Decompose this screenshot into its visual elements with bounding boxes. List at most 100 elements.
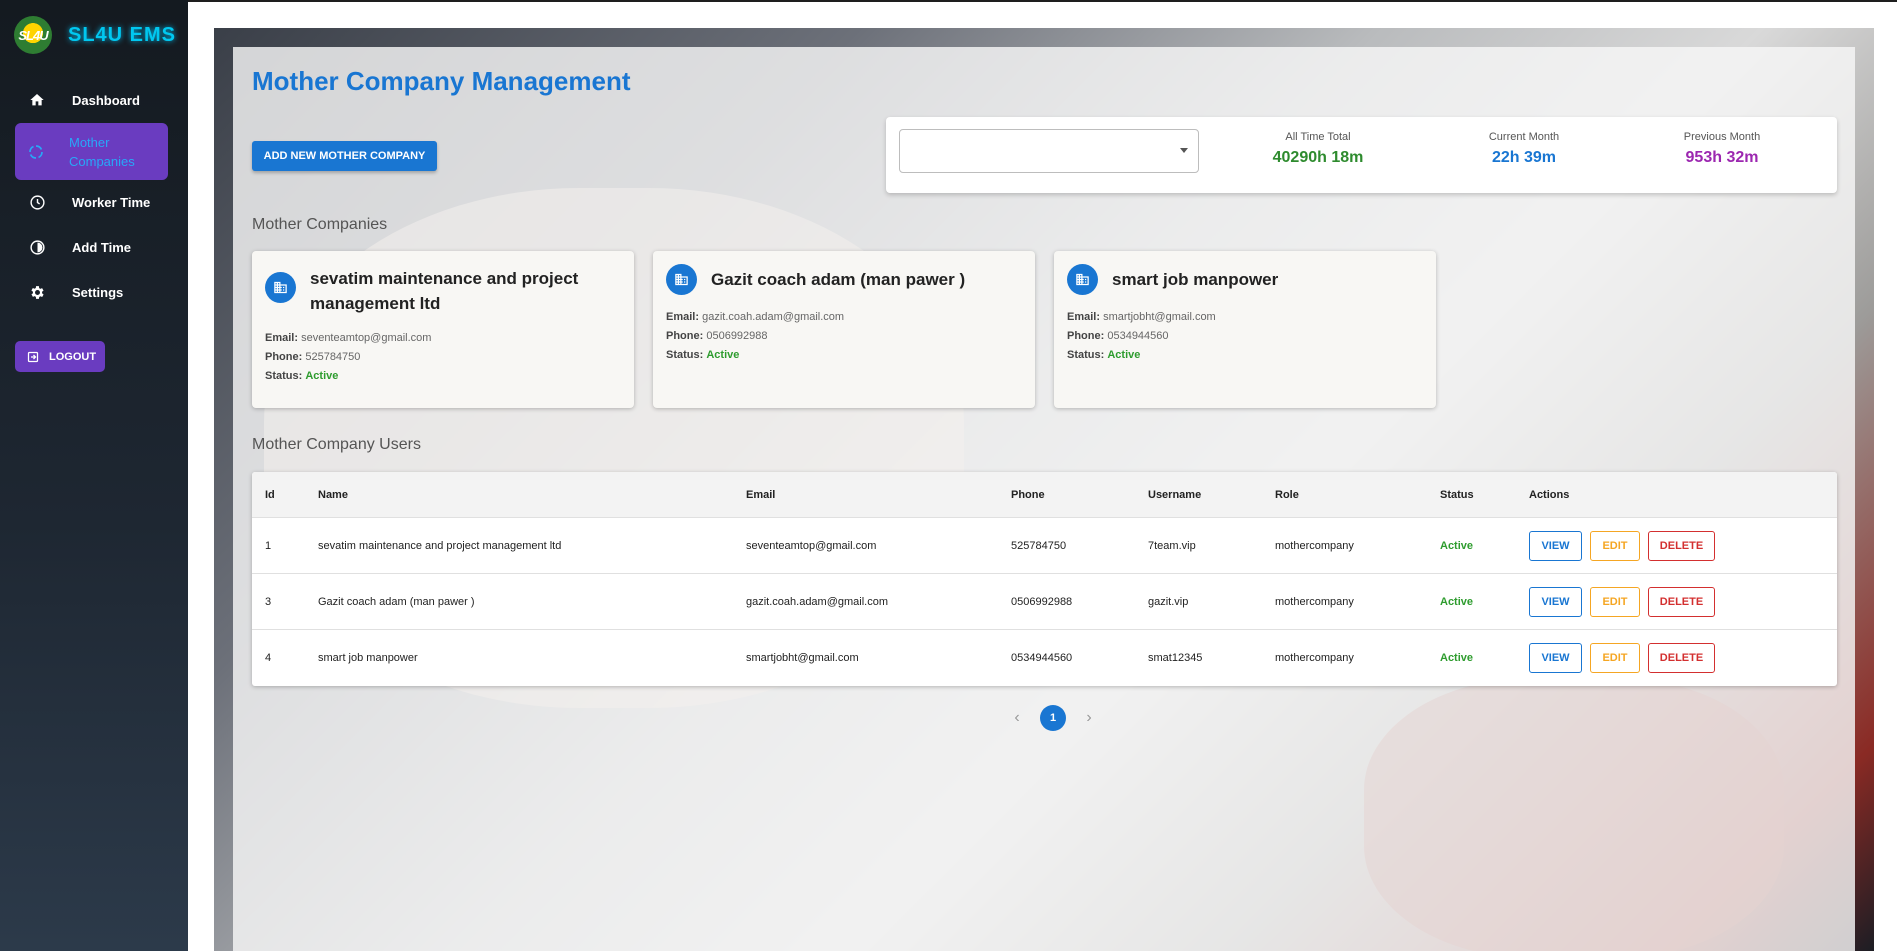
column-header-actions: Actions	[1529, 488, 1570, 501]
company-card[interactable]: smart job manpower Email: smartjobht@gma…	[1054, 251, 1436, 408]
previous-page-icon[interactable]: ‹	[1010, 709, 1024, 727]
view-button[interactable]: VIEW	[1529, 586, 1582, 617]
company-card[interactable]: sevatim maintenance and project manageme…	[252, 251, 634, 408]
sidebar-item-label: Mother Companies	[69, 134, 135, 169]
gear-icon	[28, 283, 46, 301]
pagination: ‹ 1 ›	[1010, 705, 1096, 731]
companies-section-title: Mother Companies	[252, 216, 388, 233]
sidebar-item-mother-companies[interactable]: Mother Companies	[15, 123, 168, 180]
page-button-current[interactable]: 1	[1040, 705, 1066, 731]
company-email: Email: seventeamtop@gmail.com	[265, 332, 432, 344]
brand-name: SL4U EMS	[68, 23, 177, 46]
company-phone: Phone: 0534944560	[1067, 330, 1169, 342]
company-status: Status: Active	[265, 370, 339, 382]
spinner-icon	[27, 143, 45, 161]
brand-logo: SL4U	[14, 16, 52, 54]
cell-name: sevatim maintenance and project manageme…	[318, 539, 562, 552]
cell-id: 4	[265, 652, 272, 664]
cell-id: 1	[265, 539, 272, 552]
cell-phone: 0534944560	[1011, 652, 1073, 664]
sidebar-item-settings[interactable]: Settings	[0, 270, 188, 314]
column-header-name[interactable]: Name	[318, 489, 348, 501]
status-badge: Active	[706, 349, 740, 361]
status-badge: Active	[1440, 652, 1474, 664]
sidebar-item-dashboard[interactable]: Dashboard	[0, 78, 188, 122]
cell-username: gazit.vip	[1148, 595, 1189, 608]
company-name: smart job manpower	[1112, 270, 1279, 289]
edit-button[interactable]: EDIT	[1590, 530, 1640, 561]
edit-button[interactable]: EDIT	[1590, 586, 1640, 617]
table-row: 4 smart job manpower smartjobht@gmail.co…	[252, 630, 1837, 686]
column-header-phone[interactable]: Phone	[1011, 489, 1045, 501]
column-header-id[interactable]: Id	[265, 489, 275, 501]
column-header-email[interactable]: Email	[746, 489, 775, 501]
building-icon	[265, 272, 296, 303]
logout-icon	[27, 351, 39, 362]
cell-email: gazit.coah.adam@gmail.com	[746, 595, 889, 608]
cell-name: Gazit coach adam (man pawer )	[318, 595, 475, 608]
cell-phone: 525784750	[1011, 539, 1067, 552]
cell-phone: 0506992988	[1011, 595, 1073, 608]
sidebar: SL4U SL4U EMS Dashboard Mother Companies…	[0, 0, 188, 951]
stat-value: 40290h 18m	[1272, 149, 1364, 166]
stat-previous-month: Previous Month 953h 32m	[1642, 131, 1802, 167]
cell-name: smart job manpower	[318, 652, 418, 664]
company-select[interactable]	[899, 129, 1199, 173]
sidebar-item-label: Worker Time	[72, 194, 151, 210]
sidebar-item-label: Add Time	[72, 239, 131, 255]
company-status: Status: Active	[1067, 349, 1141, 361]
view-button[interactable]: VIEW	[1529, 530, 1582, 561]
sidebar-item-worker-time[interactable]: Worker Time	[0, 180, 188, 224]
cell-id: 3	[265, 595, 272, 608]
company-phone: Phone: 525784750	[265, 351, 361, 363]
stat-value: 953h 32m	[1685, 149, 1759, 166]
delete-button[interactable]: DELETE	[1648, 643, 1715, 673]
cell-email: seventeamtop@gmail.com	[746, 539, 877, 552]
time-stats-card: All Time Total 40290h 18m Current Month …	[886, 117, 1837, 193]
timer-icon	[28, 238, 46, 256]
column-header-status[interactable]: Status	[1440, 489, 1474, 501]
sidebar-item-label: Settings	[72, 284, 124, 300]
table-header: Id Name Email Phone Username Role Status…	[252, 472, 1837, 518]
cell-username: 7team.vip	[1148, 539, 1196, 552]
table-row: 3 Gazit coach adam (man pawer ) gazit.co…	[252, 574, 1837, 630]
cell-email: smartjobht@gmail.com	[746, 652, 859, 664]
sidebar-nav: Dashboard Mother Companies Worker Time A…	[0, 78, 188, 314]
building-icon	[666, 264, 697, 295]
stat-all-time: All Time Total 40290h 18m	[1238, 131, 1398, 167]
users-table: Id Name Email Phone Username Role Status…	[252, 472, 1837, 686]
status-badge: Active	[1440, 595, 1474, 608]
delete-button[interactable]: DELETE	[1648, 530, 1715, 561]
home-icon	[28, 91, 46, 109]
edit-button[interactable]: EDIT	[1590, 643, 1640, 673]
brand: SL4U SL4U EMS	[0, 0, 188, 70]
company-email: Email: smartjobht@gmail.com	[1067, 311, 1216, 323]
stat-current-month: Current Month 22h 39m	[1444, 131, 1604, 167]
view-button[interactable]: VIEW	[1529, 643, 1582, 673]
company-name: sevatim maintenance and project manageme…	[310, 269, 579, 313]
page-title: Mother Company Management	[252, 66, 631, 96]
company-status: Status: Active	[666, 349, 740, 361]
next-page-icon[interactable]: ›	[1082, 709, 1096, 727]
stat-label: Current Month	[1488, 131, 1560, 143]
column-header-role[interactable]: Role	[1275, 489, 1299, 501]
caret-down-icon	[1180, 148, 1188, 153]
sidebar-item-add-time[interactable]: Add Time	[0, 225, 188, 269]
top-border	[188, 0, 1897, 2]
cell-role: mothercompany	[1275, 539, 1354, 552]
add-mother-company-button[interactable]: ADD NEW MOTHER COMPANY	[252, 141, 437, 171]
clock-icon	[28, 193, 46, 211]
company-card[interactable]: Gazit coach adam (man pawer ) Email: gaz…	[653, 251, 1035, 408]
status-badge: Active	[1440, 539, 1474, 552]
table-row: 1 sevatim maintenance and project manage…	[252, 518, 1837, 574]
company-name: Gazit coach adam (man pawer )	[711, 270, 966, 289]
cell-role: mothercompany	[1275, 652, 1354, 664]
logout-label: LOGOUT	[49, 350, 97, 363]
column-header-username[interactable]: Username	[1148, 489, 1201, 501]
company-email: Email: gazit.coah.adam@gmail.com	[666, 311, 845, 323]
delete-button[interactable]: DELETE	[1648, 586, 1715, 617]
status-badge: Active	[305, 370, 339, 382]
company-phone: Phone: 0506992988	[666, 330, 768, 342]
cell-role: mothercompany	[1275, 595, 1354, 608]
logout-button[interactable]: LOGOUT	[15, 341, 105, 372]
